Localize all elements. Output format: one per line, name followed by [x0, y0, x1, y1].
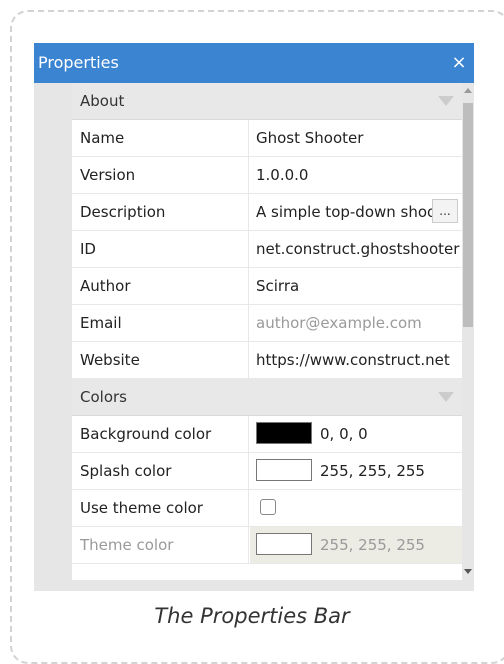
color-swatch: [256, 533, 312, 555]
section-label: About: [80, 92, 125, 110]
panel-titlebar: Properties ×: [34, 43, 474, 83]
name-field[interactable]: Ghost Shooter: [250, 120, 462, 156]
property-label: Version: [72, 157, 249, 193]
use-theme-color-field: [250, 490, 462, 526]
property-row-website[interactable]: Website https://www.construct.net: [72, 342, 462, 379]
color-swatch[interactable]: [256, 459, 312, 481]
splash-color-field[interactable]: 255, 255, 255: [250, 453, 462, 489]
scroll-up-arrow-icon[interactable]: [464, 88, 472, 93]
property-row-background-color[interactable]: Background color 0, 0, 0: [72, 416, 462, 453]
email-field[interactable]: author@example.com: [250, 305, 462, 341]
property-row-email[interactable]: Email author@example.com: [72, 305, 462, 342]
color-value: 0, 0, 0: [320, 425, 368, 443]
property-label: Theme color: [72, 527, 249, 563]
property-label: Description: [72, 194, 249, 230]
background-color-field[interactable]: 0, 0, 0: [250, 416, 462, 452]
collapse-triangle-icon[interactable]: [438, 392, 454, 402]
property-row-id[interactable]: ID net.construct.ghostshooter: [72, 231, 462, 268]
version-field[interactable]: 1.0.0.0: [250, 157, 462, 193]
description-field[interactable]: A simple top-down shooter ...: [250, 194, 462, 230]
vertical-scrollbar[interactable]: [462, 83, 474, 580]
property-label: Website: [72, 342, 249, 378]
property-row-description[interactable]: Description A simple top-down shooter ..…: [72, 194, 462, 231]
property-label: ID: [72, 231, 249, 267]
property-row-use-theme-color[interactable]: Use theme color: [72, 490, 462, 527]
description-text: A simple top-down shooter: [256, 203, 458, 221]
use-theme-color-checkbox[interactable]: [260, 498, 276, 515]
properties-panel: Properties × About Name Ghost Shooter Ve…: [34, 43, 474, 591]
id-field[interactable]: net.construct.ghostshooter: [250, 231, 462, 267]
section-label: Colors: [80, 388, 127, 406]
property-row-theme-color: Theme color 255, 255, 255: [72, 527, 462, 564]
scrollbar-thumb[interactable]: [463, 103, 473, 327]
property-row-author[interactable]: Author Scirra: [72, 268, 462, 305]
theme-color-field: 255, 255, 255: [250, 527, 462, 563]
edit-description-button[interactable]: ...: [432, 199, 458, 223]
property-row-version[interactable]: Version 1.0.0.0: [72, 157, 462, 194]
property-grid: About Name Ghost Shooter Version 1.0.0.0…: [72, 83, 462, 580]
color-value: 255, 255, 255: [320, 462, 425, 480]
scroll-down-arrow-icon[interactable]: [464, 569, 472, 574]
property-label: Background color: [72, 416, 249, 452]
figure-caption: The Properties Bar: [154, 604, 350, 628]
color-swatch[interactable]: [256, 422, 312, 444]
section-about[interactable]: About: [72, 83, 462, 120]
close-icon[interactable]: ×: [448, 43, 470, 83]
property-label: Use theme color: [72, 490, 249, 526]
panel-title: Properties: [38, 53, 119, 72]
property-row-name[interactable]: Name Ghost Shooter: [72, 120, 462, 157]
section-colors[interactable]: Colors: [72, 379, 462, 416]
property-label: Author: [72, 268, 249, 304]
property-row-splash-color[interactable]: Splash color 255, 255, 255: [72, 453, 462, 490]
website-field[interactable]: https://www.construct.net: [250, 342, 462, 378]
property-label: Splash color: [72, 453, 249, 489]
property-label: Name: [72, 120, 249, 156]
color-value: 255, 255, 255: [320, 536, 425, 554]
property-label: Email: [72, 305, 249, 341]
author-field[interactable]: Scirra: [250, 268, 462, 304]
collapse-triangle-icon[interactable]: [438, 96, 454, 106]
